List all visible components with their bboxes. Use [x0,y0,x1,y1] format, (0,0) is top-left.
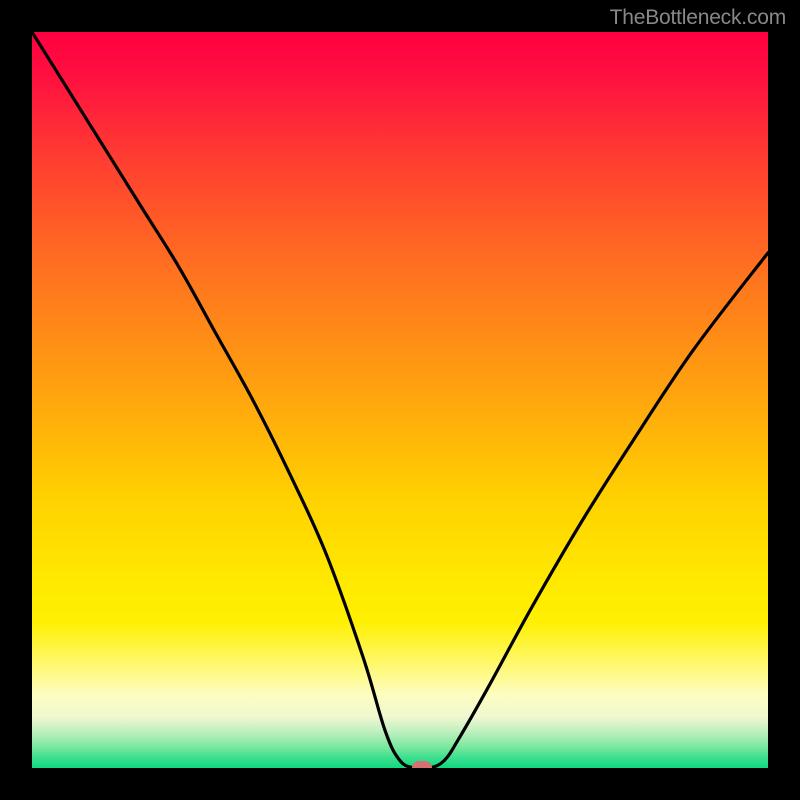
plot-area [32,32,768,768]
bottleneck-curve [32,32,768,768]
watermark-text: TheBottleneck.com [610,6,786,30]
curve-svg [32,32,768,768]
minimum-marker [412,761,432,768]
